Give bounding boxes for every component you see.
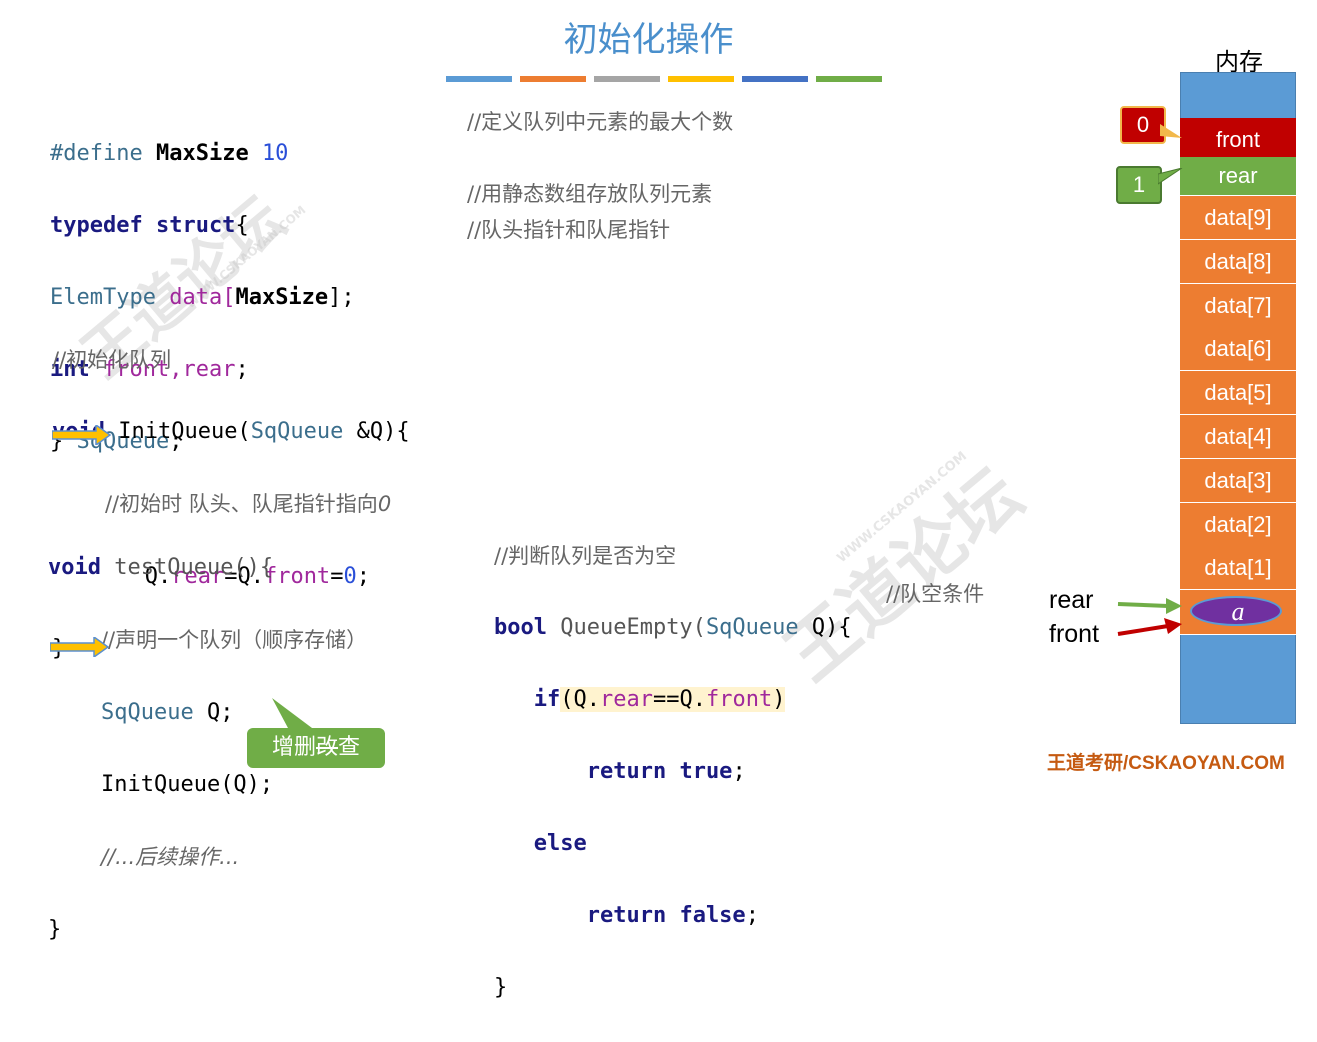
- pointer-arrows: [1117, 598, 1182, 636]
- memory-cell: data[5]: [1180, 371, 1296, 416]
- code-line: return false;: [586, 903, 759, 928]
- code-line: }: [48, 917, 62, 942]
- memory-cell: data[3]: [1180, 458, 1296, 503]
- code-line: InitQueue(Q);: [100, 772, 274, 797]
- front-pointer-label: front: [1049, 620, 1100, 648]
- code-comment: //判断队列是否为空: [494, 544, 677, 568]
- title-bar-segment: [594, 76, 660, 82]
- code-line: return true;: [586, 759, 746, 784]
- code-line: }: [494, 975, 508, 1000]
- memory-cell: data[6]: [1180, 327, 1296, 372]
- memory-cell: data[4]: [1180, 415, 1296, 459]
- code-line: bool QueueEmpty(SqQueue Q){: [494, 615, 852, 640]
- title-bar-segment: [520, 76, 586, 82]
- code-line: typedef struct{: [50, 213, 249, 238]
- memory-cell: data[9]: [1180, 196, 1296, 240]
- title-bar-segment: [742, 76, 808, 82]
- crud-callout: 增删改查: [247, 728, 385, 768]
- memory-cell-front: front: [1180, 118, 1296, 162]
- code-comment: //定义队列中元素的最大个数: [467, 110, 734, 134]
- code-comment: //队头指针和队尾指针: [467, 218, 671, 242]
- memory-cell-rear: rear: [1180, 157, 1296, 196]
- tag-pointer: [1160, 124, 1182, 138]
- memory-cell: data[2]: [1180, 502, 1296, 547]
- code-line: SqQueue Q;: [100, 700, 234, 725]
- title-bar-segment: [446, 76, 512, 82]
- memory-cell: data[1]: [1180, 546, 1296, 591]
- memory-cell-bottom: a: [1180, 590, 1296, 635]
- footer-brand: 王道考研/CSKAOYAN.COM: [1047, 753, 1285, 774]
- code-comment: //队空条件: [886, 582, 985, 606]
- code-line: void testQueue(){: [48, 555, 274, 580]
- callout-pointer: [272, 698, 312, 728]
- current-line-arrow-icon: [50, 637, 110, 657]
- code-line: else: [533, 831, 587, 856]
- slide-title: 初始化操作: [563, 20, 734, 60]
- memory-cell: data[7]: [1180, 283, 1296, 328]
- title-bar-segment: [816, 76, 882, 82]
- rear-pointer-label: rear: [1049, 586, 1094, 614]
- memory-cell: data[8]: [1180, 239, 1296, 284]
- code-line: #define MaxSize 10: [50, 141, 289, 166]
- code-line: //...后续操作...: [100, 845, 240, 869]
- code-comment: //用静态数组存放队列元素: [467, 182, 713, 206]
- current-line-arrow-icon: [52, 425, 112, 445]
- rear-index-tag: 1: [1116, 166, 1162, 204]
- code-comment: //初始化队列: [52, 348, 172, 372]
- code-line: if(Q.rear==Q.front): [533, 687, 786, 712]
- tag-pointer: [1158, 168, 1183, 185]
- code-empty-block: //判断队列是否为空 bool QueueEmpty(SqQueue Q){ i…: [494, 502, 852, 1042]
- title-bar-segment: [668, 76, 734, 82]
